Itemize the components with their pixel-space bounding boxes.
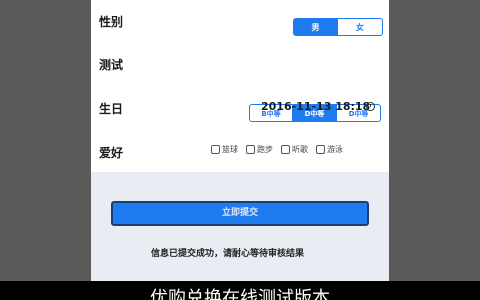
hobby-label-3: 听歌 — [292, 145, 308, 154]
form-area: 性别 男 女 测试 B中等 D中等 D中等 生日 2016-11-13 18:1… — [91, 0, 389, 172]
hobby-item-3[interactable]: 听歌 — [281, 144, 308, 155]
clock-icon[interactable] — [366, 102, 375, 111]
notice-text: 信息已提交成功，请耐心等待审核结果 — [151, 249, 305, 259]
gender-option-female[interactable]: 女 — [338, 18, 383, 36]
left-side-panel — [0, 0, 91, 281]
hobby-item-2[interactable]: 跑步 — [246, 144, 273, 155]
gender-label: 性别 — [99, 15, 124, 29]
hobby-label: 爱好 — [99, 146, 124, 160]
checkbox-icon[interactable] — [211, 145, 220, 154]
hobby-label-1: 篮球 — [222, 145, 238, 154]
hobby-label-4: 游泳 — [327, 145, 343, 154]
gender-segmented-control: 男 女 — [293, 18, 383, 36]
gender-option-male[interactable]: 男 — [293, 18, 338, 36]
hobby-checkboxes: 篮球 跑步 听歌 游泳 — [211, 144, 343, 155]
test-row: 测试 B中等 D中等 D中等 — [91, 50, 389, 122]
birthday-value[interactable]: 2016-11-13 18:18 — [261, 100, 370, 113]
right-side-panel — [389, 0, 480, 281]
submit-button[interactable]: 立即提交 — [111, 201, 369, 226]
gender-row: 性别 男 女 — [91, 7, 389, 37]
bottom-caption: 优购兑换在线测试版本 — [0, 281, 480, 300]
hobby-label-2: 跑步 — [257, 145, 273, 154]
checkbox-icon[interactable] — [316, 145, 325, 154]
mobile-form-screen: 性别 男 女 测试 B中等 D中等 D中等 生日 2016-11-13 18:1… — [91, 0, 389, 300]
test-label: 测试 — [99, 58, 124, 72]
checkbox-icon[interactable] — [246, 145, 255, 154]
hobby-item-4[interactable]: 游泳 — [316, 144, 343, 155]
checkbox-icon[interactable] — [281, 145, 290, 154]
birthday-label: 生日 — [99, 102, 124, 116]
hobby-item-1[interactable]: 篮球 — [211, 144, 238, 155]
